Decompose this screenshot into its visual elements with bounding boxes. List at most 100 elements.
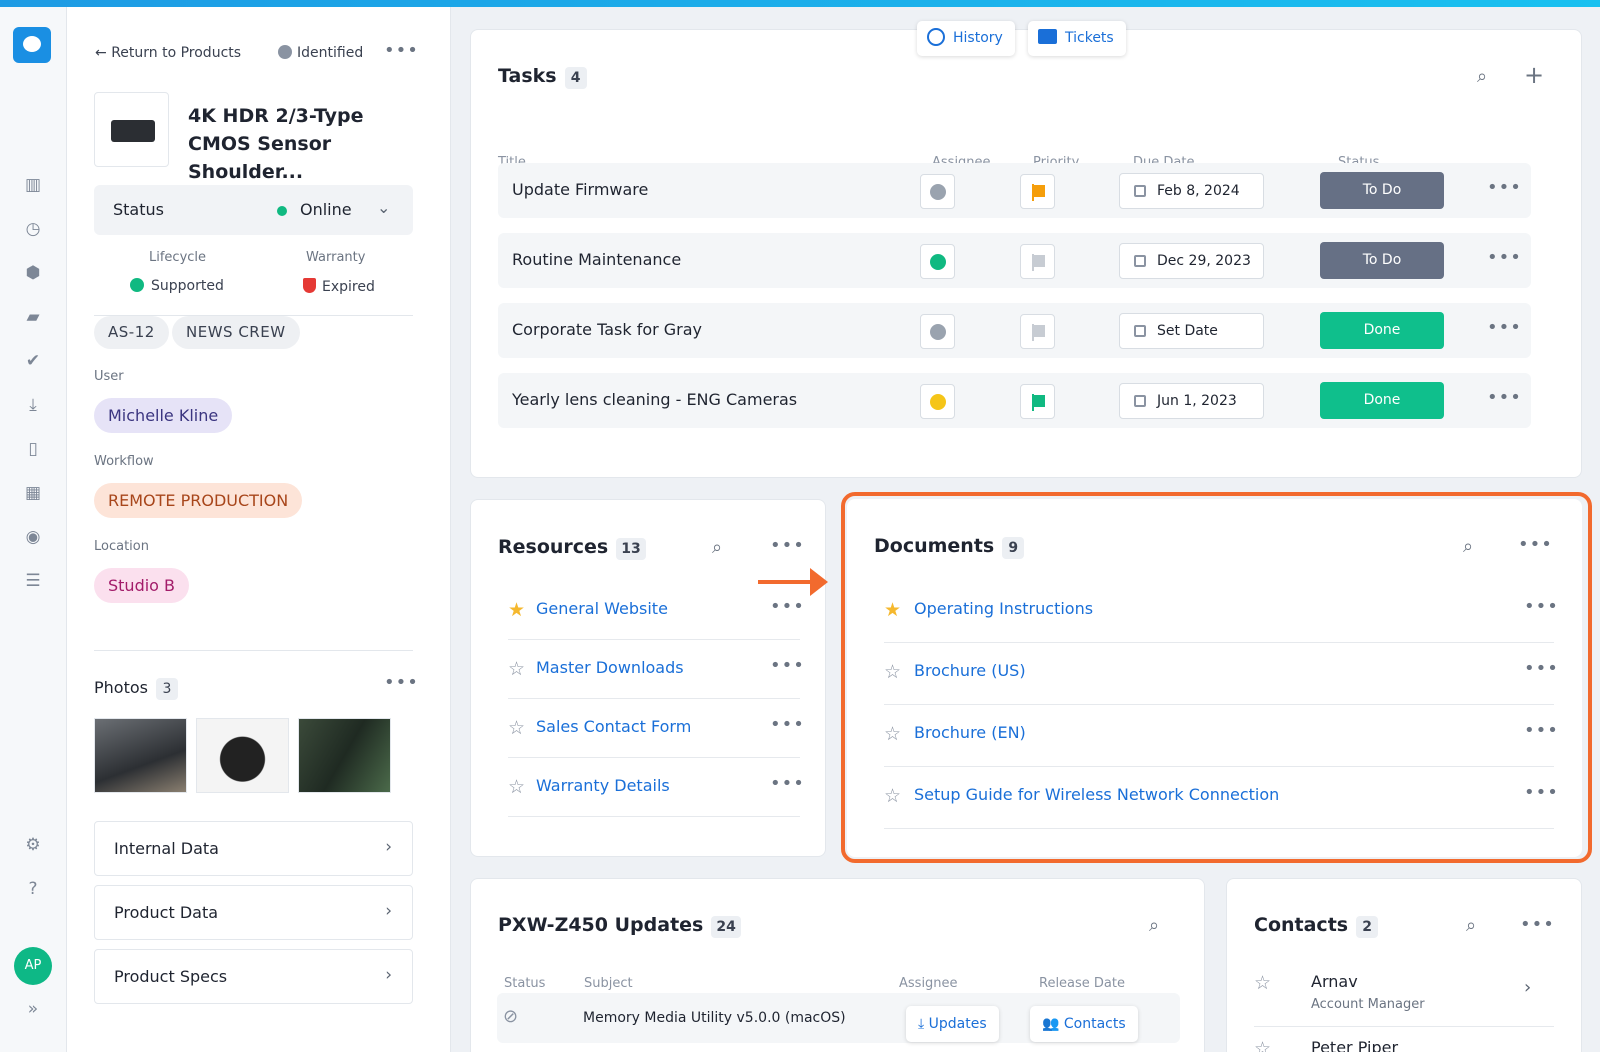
contact-name: Peter Piper	[1311, 1038, 1399, 1052]
more-icon[interactable]: •••	[770, 655, 805, 676]
resource-link[interactable]: General Website	[536, 599, 668, 618]
row-more-icon[interactable]: •••	[1487, 317, 1522, 338]
resource-item[interactable]: ☆ Warranty Details •••	[508, 759, 804, 817]
workflow-pill[interactable]: REMOTE PRODUCTION	[94, 483, 303, 518]
more-icon[interactable]: •••	[384, 672, 419, 693]
divider	[94, 650, 413, 651]
history-tab[interactable]: History	[917, 21, 1015, 56]
tag-chip[interactable]: NEWS CREW	[172, 316, 300, 349]
due-date-field[interactable]: Jun 1, 2023	[1119, 383, 1264, 419]
status-button[interactable]: To Do	[1320, 172, 1444, 209]
location-pill[interactable]: Studio B	[94, 568, 190, 603]
check-circle-icon	[278, 45, 292, 59]
app-logo[interactable]	[13, 27, 51, 63]
tickets-tab[interactable]: Tickets	[1028, 21, 1126, 56]
task-row[interactable]: Corporate Task for Gray Set Date Done ••…	[498, 303, 1531, 358]
blocked-icon: ⊘	[503, 1006, 519, 1027]
download-icon[interactable]: ⤓	[21, 393, 45, 417]
user-label: User	[94, 369, 124, 384]
search-icon[interactable]: ⌕	[1466, 915, 1476, 936]
resource-link[interactable]: Sales Contact Form	[536, 717, 691, 736]
lifecycle-label: Lifecycle	[149, 250, 207, 265]
photo-thumbnail[interactable]	[94, 718, 187, 793]
star-filled-icon[interactable]: ★	[508, 599, 525, 621]
accordion-internal-data[interactable]: Internal Data ›	[94, 821, 413, 876]
resource-link[interactable]: Warranty Details	[536, 776, 670, 795]
row-more-icon[interactable]: •••	[1487, 177, 1522, 198]
status-button[interactable]: Done	[1320, 382, 1444, 419]
resource-item[interactable]: ☆ Master Downloads •••	[508, 641, 804, 699]
tickets-icon[interactable]: ▰	[21, 305, 45, 329]
user-avatar[interactable]: AP	[14, 947, 52, 985]
tag-chip[interactable]: AS-12	[94, 316, 169, 349]
more-icon[interactable]: •••	[770, 596, 805, 617]
chevron-down-icon: ⌄	[377, 198, 391, 217]
user-pill[interactable]: Michelle Kline	[94, 398, 233, 433]
star-outline-icon[interactable]: ☆	[1254, 972, 1271, 994]
camera-icon[interactable]: ◉	[21, 525, 45, 549]
expand-icon[interactable]: »	[21, 997, 45, 1021]
add-icon[interactable]: +	[1524, 61, 1544, 89]
list-icon[interactable]: ☰	[21, 569, 45, 593]
contacts-tab[interactable]: 👥 Contacts	[1030, 1006, 1138, 1042]
photo-thumbnail[interactable]	[196, 718, 289, 793]
updates-title: PXW-Z450 Updates 24	[498, 914, 741, 938]
return-label: Return to Products	[111, 45, 242, 61]
col-status: Status	[504, 976, 546, 991]
resource-link[interactable]: Master Downloads	[536, 658, 684, 677]
star-outline-icon[interactable]: ☆	[508, 717, 525, 739]
tasks-icon[interactable]: ✔	[21, 349, 45, 373]
assignee-button[interactable]	[920, 174, 955, 209]
row-more-icon[interactable]: •••	[1487, 247, 1522, 268]
assignee-button[interactable]	[920, 244, 955, 279]
more-icon[interactable]: •••	[1520, 914, 1555, 935]
building-icon[interactable]: ▦	[21, 481, 45, 505]
identified-badge[interactable]: Identified	[278, 45, 363, 61]
star-outline-icon[interactable]: ☆	[508, 658, 525, 680]
photo-thumbnail[interactable]	[298, 718, 391, 793]
status-label: Status	[113, 200, 164, 219]
priority-button[interactable]	[1020, 244, 1055, 279]
more-icon[interactable]: •••	[770, 773, 805, 794]
assignee-button[interactable]	[920, 314, 955, 349]
history-icon[interactable]: ◷	[21, 217, 45, 241]
location-label: Location	[94, 539, 149, 554]
priority-button[interactable]	[1020, 314, 1055, 349]
due-date-field[interactable]: Dec 29, 2023	[1119, 243, 1264, 279]
assignee-button[interactable]	[920, 384, 955, 419]
star-outline-icon[interactable]: ☆	[508, 776, 525, 798]
updates-tab[interactable]: ⤓ Updates	[906, 1006, 999, 1042]
priority-button[interactable]	[1020, 384, 1055, 419]
due-date-field[interactable]: Feb 8, 2024	[1119, 173, 1264, 209]
due-date-field[interactable]: Set Date	[1119, 313, 1264, 349]
help-icon[interactable]: ?	[21, 877, 45, 901]
search-icon[interactable]: ⌕	[712, 537, 722, 558]
accordion-product-data[interactable]: Product Data ›	[94, 885, 413, 940]
contact-item[interactable]: ☆ Peter Piper	[1254, 1028, 1554, 1052]
task-row[interactable]: Yearly lens cleaning - ENG Cameras Jun 1…	[498, 373, 1531, 428]
task-row[interactable]: Update Firmware Feb 8, 2024 To Do •••	[498, 163, 1531, 218]
more-icon[interactable]: •••	[770, 714, 805, 735]
resource-item[interactable]: ☆ Sales Contact Form •••	[508, 700, 804, 758]
status-dropdown[interactable]: Status Online ⌄	[94, 185, 413, 235]
more-icon[interactable]: •••	[384, 40, 419, 61]
priority-button[interactable]	[1020, 174, 1055, 209]
products-icon[interactable]: ⬢	[21, 261, 45, 285]
row-more-icon[interactable]: •••	[1487, 387, 1522, 408]
star-outline-icon[interactable]: ☆	[1254, 1038, 1271, 1052]
document-icon[interactable]: ▯	[21, 437, 45, 461]
return-link[interactable]: ← Return to Products	[95, 45, 241, 61]
status-button[interactable]: Done	[1320, 312, 1444, 349]
resource-item[interactable]: ★ General Website •••	[508, 582, 804, 640]
more-icon[interactable]: •••	[770, 535, 805, 556]
contact-item[interactable]: ☆ Arnav Account Manager ›	[1254, 959, 1554, 1027]
task-row[interactable]: Routine Maintenance Dec 29, 2023 To Do •…	[498, 233, 1531, 288]
search-icon[interactable]: ⌕	[1477, 66, 1487, 87]
search-icon[interactable]: ⌕	[1149, 915, 1159, 936]
assignee-avatar-icon	[930, 394, 946, 410]
accordion-product-specs[interactable]: Product Specs ›	[94, 949, 413, 1004]
resources-card: Resources 13 ⌕ ••• ★ General Website ••• …	[470, 499, 826, 857]
status-button[interactable]: To Do	[1320, 242, 1444, 279]
gear-icon[interactable]: ⚙	[21, 833, 45, 857]
analytics-icon[interactable]: ▥	[21, 173, 45, 197]
